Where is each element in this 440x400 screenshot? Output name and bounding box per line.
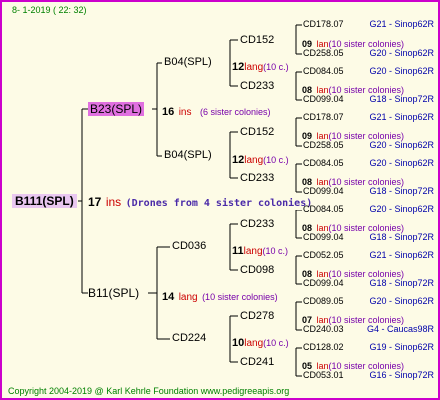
- level4-node-code: G16 - Sinop72R: [369, 370, 434, 380]
- level2-node-label: CD036: [172, 240, 207, 252]
- level2-node-number: 12: [232, 61, 245, 73]
- root-number: 17: [88, 195, 102, 209]
- level4-node-label: CD084.05: [303, 66, 344, 76]
- level1-node-info: 14 lang (10 sister colonies): [162, 288, 278, 304]
- level4-node-label: CD084.05: [303, 204, 344, 214]
- footer-copyright: Copyright 2004-2019 @ Karl Kehrle Founda…: [8, 386, 290, 396]
- level1-node-label: B11(SPL): [88, 286, 140, 300]
- level4-node-label: CD258.05: [303, 140, 344, 150]
- level1-node-colonies: (6 sister colonies): [199, 107, 271, 117]
- level4-node-label: CD099.04: [303, 186, 344, 196]
- level2-node-info: 12lang(10 c.): [232, 58, 289, 74]
- level4-node-code: G20 - Sinop62R: [369, 158, 434, 168]
- level4-node-label: CD178.07: [303, 19, 344, 29]
- level4-node-label: CD128.02: [303, 342, 344, 352]
- level4-node-code: G18 - Sinop72R: [369, 94, 434, 104]
- level2-node-number: 12: [232, 154, 245, 166]
- level3-node-label: CD152: [240, 34, 275, 46]
- level4-node-label: CD052.05: [303, 250, 344, 260]
- level4-node-code: G19 - Sinop62R: [369, 342, 434, 352]
- level4-node-code: G21 - Sinop62R: [369, 112, 434, 122]
- level4-node-label: CD099.04: [303, 278, 344, 288]
- level4-node-code: G18 - Sinop72R: [369, 278, 434, 288]
- root-queen-label: B111(SPL): [12, 194, 77, 208]
- level4-node-code: G20 - Sinop62R: [369, 48, 434, 58]
- level4-node-label: CD099.04: [303, 94, 344, 104]
- level1-node-number: 14: [162, 291, 175, 303]
- level2-node-lang: lang: [244, 155, 264, 166]
- level2-node-colonies: (10 c.): [263, 62, 289, 72]
- level4-node-label: CD053.01: [303, 370, 344, 380]
- pedigree-frame: 8- 1-2019 ( 22: 32) B111(SPL) 17 ins (Dr…: [0, 0, 440, 400]
- level4-node-code: G21 - Sinop62R: [369, 250, 434, 260]
- level4-node-label: CD089.05: [303, 296, 344, 306]
- level1-node-lang: ins: [178, 107, 192, 118]
- level4-node-label: CD240.03: [303, 324, 344, 334]
- level2-node-number: 10: [232, 337, 245, 349]
- level4-node-code: G20 - Sinop62R: [369, 204, 434, 214]
- level3-node-label: CD233: [240, 172, 275, 184]
- level2-node-colonies: (10 c.): [263, 155, 289, 165]
- level4-node-label: CD084.05: [303, 158, 344, 168]
- level4-node-code: G18 - Sinop72R: [369, 186, 434, 196]
- level1-node-lang: lang: [178, 292, 198, 303]
- level2-node-label: B04(SPL): [164, 56, 212, 68]
- level4-node-label: CD258.05: [303, 48, 344, 58]
- level4-node-code: G18 - Sinop72R: [369, 232, 434, 242]
- level2-node-colonies: (10 c.): [262, 246, 289, 256]
- level1-node-label: B23(SPL): [88, 102, 145, 116]
- level4-node-code: G21 - Sinop62R: [369, 19, 434, 29]
- level3-node-label: CD098: [240, 264, 275, 276]
- level2-node-lang: lang: [243, 246, 263, 257]
- level2-node-colonies: (10 c.): [263, 338, 289, 348]
- level2-node-label: B04(SPL): [164, 149, 212, 161]
- level4-node-code: G20 - Sinop62R: [369, 296, 434, 306]
- level3-node-label: CD241: [240, 356, 275, 368]
- level2-node-info: 12lang(10 c.): [232, 151, 289, 167]
- level4-node-code: G20 - Sinop62R: [369, 140, 434, 150]
- level2-node-info: 10lang(10 c.): [232, 334, 289, 350]
- root-colonies: (Drones from 4 sister colonies): [125, 198, 313, 209]
- level3-node-label: CD233: [240, 218, 275, 230]
- level3-node-label: CD233: [240, 80, 275, 92]
- level2-node-number: 11: [232, 245, 244, 257]
- level4-node-label: CD178.07: [303, 112, 344, 122]
- level3-node-label: CD278: [240, 310, 275, 322]
- level3-node-label: CD152: [240, 126, 275, 138]
- level4-node-code: G20 - Sinop62R: [369, 66, 434, 76]
- level2-node-lang: lang: [244, 338, 264, 349]
- level2-node-label: CD224: [172, 332, 207, 344]
- root-lang: ins: [105, 195, 122, 209]
- report-date: 8- 1-2019 ( 22: 32): [12, 5, 87, 15]
- level4-node-code: G4 - Caucas98R: [366, 324, 434, 334]
- level1-node-number: 16: [162, 106, 175, 118]
- level1-node-info: 16 ins (6 sister colonies): [162, 103, 270, 119]
- level1-node-colonies: (10 sister colonies): [202, 292, 278, 302]
- level2-node-lang: lang: [244, 62, 264, 73]
- root-info: 17 ins (Drones from 4 sister colonies): [88, 194, 315, 210]
- level2-node-info: 11lang(10 c.): [232, 242, 288, 258]
- level4-node-label: CD099.04: [303, 232, 344, 242]
